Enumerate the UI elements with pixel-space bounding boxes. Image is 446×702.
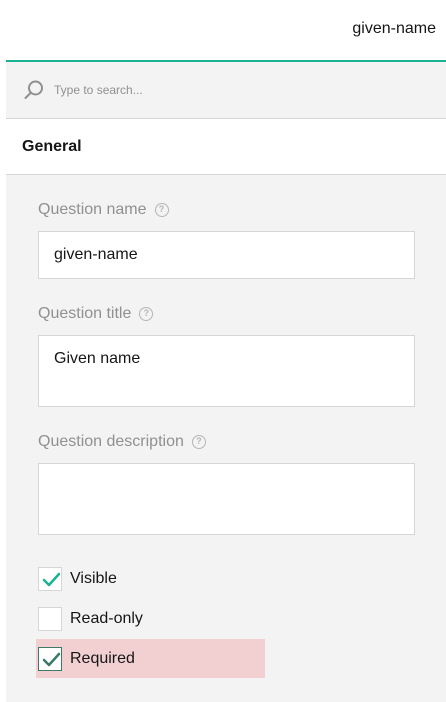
checkbox-row-read-only[interactable]: Read-only: [38, 607, 143, 631]
required-label: Required: [70, 650, 135, 667]
question-name-label: Question name ?: [38, 201, 169, 219]
checkbox-row-required[interactable]: Required: [38, 647, 135, 671]
question-title-label: Question title ?: [38, 305, 154, 323]
read-only-label: Read-only: [70, 610, 143, 627]
question-description-label: Question description ?: [38, 433, 206, 451]
question-title-textarea[interactable]: Given name: [38, 335, 415, 407]
question-name-input[interactable]: [38, 231, 415, 279]
search-input[interactable]: [54, 80, 414, 100]
question-description-textarea[interactable]: [38, 463, 415, 535]
question-title-label-text: Question title: [38, 305, 132, 322]
help-icon[interactable]: ?: [139, 307, 154, 321]
section-general-header[interactable]: General: [6, 119, 446, 175]
checkbox-row-visible[interactable]: Visible: [38, 567, 117, 591]
help-icon[interactable]: ?: [191, 435, 206, 449]
checkmark-icon: [42, 572, 61, 587]
question-description-label-text: Question description: [38, 433, 184, 450]
section-title: General: [22, 138, 82, 155]
visible-checkbox[interactable]: [38, 567, 62, 591]
required-checkbox[interactable]: [38, 647, 62, 671]
visible-label: Visible: [70, 570, 117, 587]
search-icon: [23, 79, 45, 101]
read-only-checkbox[interactable]: [38, 607, 62, 631]
search-bar: [6, 62, 446, 119]
question-name-label-text: Question name: [38, 201, 147, 218]
property-grid-header: given-name: [6, 0, 446, 62]
selected-element-title: given-name: [352, 20, 436, 37]
checkmark-icon: [42, 652, 61, 667]
help-icon[interactable]: ?: [154, 203, 169, 217]
